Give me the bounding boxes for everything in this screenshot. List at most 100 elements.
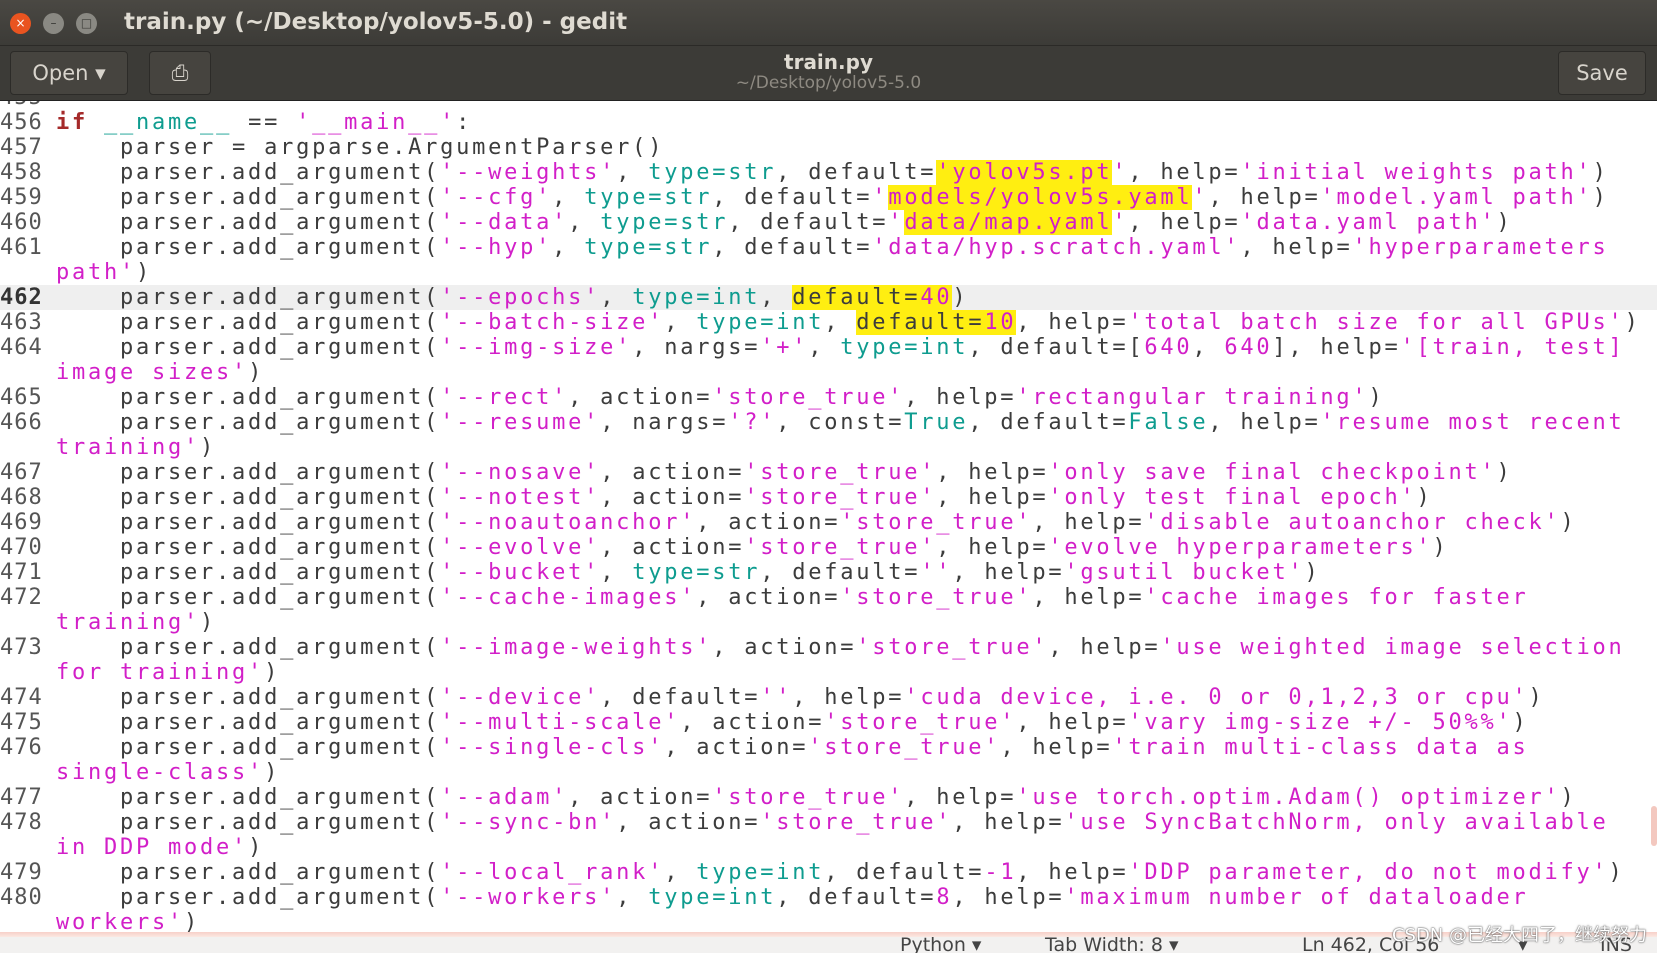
code-line[interactable]: 462 parser.add_argument('--epochs', type… — [0, 285, 1657, 310]
code-token: , help= — [936, 485, 1049, 510]
line-text: parser.add_argument('--resume', nargs='?… — [56, 410, 1625, 435]
code-token: , action= — [600, 535, 745, 560]
code-token: , action= — [696, 510, 841, 535]
code-token: '--adam' — [440, 785, 569, 810]
code-token: 'rectangular training' — [1016, 385, 1369, 410]
code-line[interactable]: 455 — [0, 101, 1657, 110]
code-line-wrap[interactable]: image sizes') — [0, 360, 1657, 385]
save-button[interactable]: Save — [1558, 51, 1646, 95]
code-token: , help= — [904, 785, 1017, 810]
code-token: , default= — [600, 685, 761, 710]
code-line[interactable]: 478 parser.add_argument('--sync-bn', act… — [0, 810, 1657, 835]
code-token: , help= — [952, 885, 1065, 910]
close-icon[interactable]: × — [10, 13, 31, 34]
code-token: parser.add_argument( — [56, 685, 441, 710]
code-token: , default= — [776, 160, 937, 185]
line-number: 476 — [0, 735, 43, 760]
code-line[interactable]: 471 parser.add_argument('--bucket', type… — [0, 560, 1657, 585]
code-token: , — [1192, 335, 1225, 360]
code-token: parser.add_argument( — [56, 735, 441, 760]
code-token: parser.add_argument( — [56, 810, 441, 835]
code-line[interactable]: 474 parser.add_argument('--device', defa… — [0, 685, 1657, 710]
code-token: parser = argparse.ArgumentParser() — [56, 135, 665, 160]
code-token: parser.add_argument( — [56, 535, 441, 560]
code-line[interactable]: 480 parser.add_argument('--workers', typ… — [0, 885, 1657, 910]
code-token: '--hyp' — [440, 235, 553, 260]
code-token: parser.add_argument( — [56, 710, 441, 735]
code-token: , action= — [568, 385, 713, 410]
code-line-wrap[interactable]: in DDP mode') — [0, 835, 1657, 860]
line-text: path') — [56, 260, 152, 285]
line-number: 468 — [0, 485, 43, 510]
code-token: , action= — [616, 810, 761, 835]
code-line[interactable]: 458 parser.add_argument('--weights', typ… — [0, 160, 1657, 185]
maximize-icon[interactable]: □ — [76, 13, 97, 34]
code-line[interactable]: 459 parser.add_argument('--cfg', type=st… — [0, 185, 1657, 210]
line-text: parser.add_argument('--img-size', nargs=… — [56, 335, 1625, 360]
code-line[interactable]: 467 parser.add_argument('--nosave', acti… — [0, 460, 1657, 485]
code-token: '+' — [760, 335, 809, 360]
code-line[interactable]: 477 parser.add_argument('--adam', action… — [0, 785, 1657, 810]
code-line-wrap[interactable]: single-class') — [0, 760, 1657, 785]
tab-width-selector[interactable]: Tab Width: 8 ▾ — [1045, 937, 1179, 953]
code-token: 'store_true' — [824, 710, 1017, 735]
line-number: 470 — [0, 535, 43, 560]
line-number: 458 — [0, 160, 43, 185]
code-token: 'train multi-class data as — [1112, 735, 1529, 760]
code-line[interactable]: 466 parser.add_argument('--resume', narg… — [0, 410, 1657, 435]
code-token: parser.add_argument( — [56, 510, 441, 535]
code-token: 'only test final epoch' — [1048, 485, 1417, 510]
code-line[interactable]: 457 parser = argparse.ArgumentParser() — [0, 135, 1657, 160]
line-number: 456 — [0, 110, 43, 135]
code-token: type=int — [696, 860, 825, 885]
code-token: 'evolve hyperparameters' — [1048, 535, 1433, 560]
code-token: ' — [1112, 160, 1129, 185]
line-number: 462 — [0, 285, 43, 310]
line-number: 465 — [0, 385, 43, 410]
code-token: 'cache images for faster — [1144, 585, 1529, 610]
code-line[interactable]: 463 parser.add_argument('--batch-size', … — [0, 310, 1657, 335]
code-line[interactable]: 476 parser.add_argument('--single-cls', … — [0, 735, 1657, 760]
code-token: training' — [56, 435, 201, 460]
minimize-icon[interactable]: – — [43, 13, 64, 34]
language-selector[interactable]: Python ▾ — [900, 937, 981, 953]
code-line-wrap[interactable]: training') — [0, 435, 1657, 460]
document-path: ~/Desktop/yolov5-5.0 — [735, 73, 922, 93]
code-token: False — [1128, 410, 1209, 435]
code-token: single-class' — [56, 760, 265, 785]
code-token: ) — [264, 660, 281, 685]
code-line[interactable]: 479 parser.add_argument('--local_rank', … — [0, 860, 1657, 885]
code-token: '--sync-bn' — [440, 810, 617, 835]
code-token: parser.add_argument( — [56, 410, 441, 435]
code-line[interactable]: 472 parser.add_argument('--cache-images'… — [0, 585, 1657, 610]
code-line[interactable]: 475 parser.add_argument('--multi-scale',… — [0, 710, 1657, 735]
code-token: ' — [888, 210, 905, 235]
code-token: parser.add_argument( — [56, 585, 441, 610]
code-line[interactable]: 473 parser.add_argument('--image-weights… — [0, 635, 1657, 660]
code-token: , help= — [936, 535, 1049, 560]
code-token: '--cfg' — [440, 185, 553, 210]
code-line[interactable]: 461 parser.add_argument('--hyp', type=st… — [0, 235, 1657, 260]
code-token: , action= — [600, 485, 745, 510]
code-line[interactable]: 470 parser.add_argument('--evolve', acti… — [0, 535, 1657, 560]
code-line[interactable]: 465 parser.add_argument('--rect', action… — [0, 385, 1657, 410]
code-editor[interactable]: 455456if __name__ == '__main__':457 pars… — [0, 101, 1657, 935]
line-text: training') — [56, 435, 216, 460]
code-line-wrap[interactable]: training') — [0, 610, 1657, 635]
code-line[interactable]: 460 parser.add_argument('--data', type=s… — [0, 210, 1657, 235]
code-token: , — [552, 235, 585, 260]
code-token: , — [568, 210, 601, 235]
code-token: parser.add_argument( — [56, 235, 441, 260]
code-token: ) — [1592, 185, 1609, 210]
code-token: parser.add_argument( — [56, 785, 441, 810]
code-line[interactable]: 456 if __name__ == '__main__': — [0, 110, 1657, 135]
code-line-wrap[interactable]: for training') — [0, 660, 1657, 685]
scrollbar[interactable] — [1651, 806, 1657, 846]
code-line[interactable]: 464 parser.add_argument('--img-size', na… — [0, 335, 1657, 360]
code-line-wrap[interactable]: path') — [0, 260, 1657, 285]
code-line[interactable]: 468 parser.add_argument('--notest', acti… — [0, 485, 1657, 510]
code-line[interactable]: 469 parser.add_argument('--noautoanchor'… — [0, 510, 1657, 535]
code-token: ) — [1608, 860, 1625, 885]
code-token: 'DDP parameter, do not modify' — [1128, 860, 1609, 885]
